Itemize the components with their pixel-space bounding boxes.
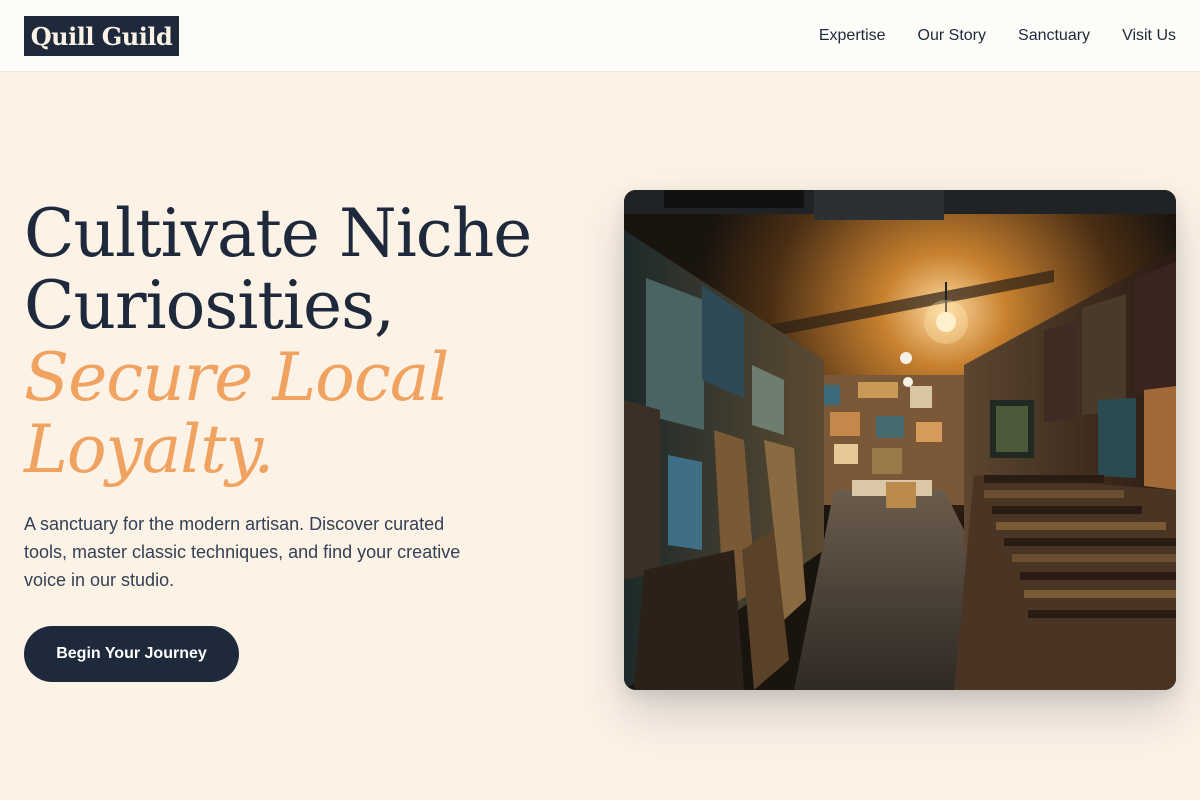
- begin-journey-button[interactable]: Begin Your Journey: [24, 626, 239, 682]
- main-nav: Expertise Our Story Sanctuary Visit Us: [819, 0, 1176, 72]
- hero-title: Cultivate Niche Curiosities, Secure Loca…: [24, 198, 604, 486]
- hero-accent-line-1: Secure Local: [24, 339, 449, 416]
- hero-gallery-photo: [624, 190, 1176, 690]
- nav-link-sanctuary[interactable]: Sanctuary: [1018, 27, 1090, 45]
- hero-title-line-2: Curiosities,: [24, 267, 395, 344]
- nav-link-visit-us[interactable]: Visit Us: [1122, 27, 1176, 45]
- gallery-photo-icon: [624, 190, 1176, 690]
- nav-link-our-story[interactable]: Our Story: [918, 27, 986, 45]
- hero-accent-line-2: Loyalty.: [24, 411, 274, 488]
- hero-description: A sanctuary for the modern artisan. Disc…: [24, 514, 461, 590]
- site-header: Quill Guild Expertise Our Story Sanctuar…: [0, 0, 1200, 72]
- nav-link-expertise[interactable]: Expertise: [819, 27, 886, 45]
- logo[interactable]: Quill Guild: [24, 16, 179, 56]
- hero-title-line-1: Cultivate Niche: [24, 195, 532, 272]
